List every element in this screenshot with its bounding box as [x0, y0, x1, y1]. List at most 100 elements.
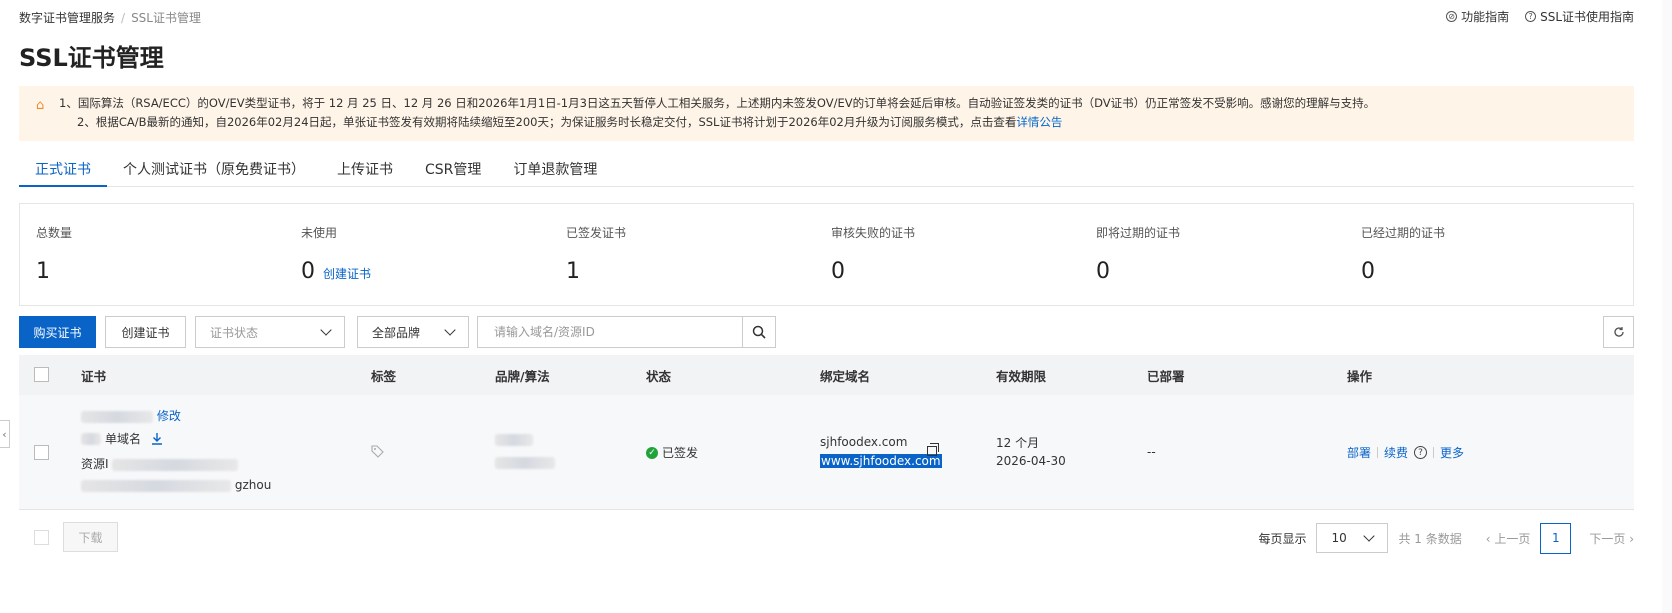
brand-select-value: 全部品牌 — [372, 325, 421, 340]
prev-page-button[interactable]: ‹ 上一页 — [1486, 530, 1531, 547]
row-actions: 部署 续费 ? 更多 — [1347, 444, 1464, 461]
validity-period: 12 个月 — [996, 436, 1040, 450]
divider — [1377, 447, 1379, 458]
stat-value: 0 — [831, 259, 845, 284]
toolbar: 购买证书 创建证书 证书状态 全部品牌 — [19, 316, 1634, 348]
per-page-value: 10 — [1331, 531, 1347, 545]
stat-total: 总数量 1 — [20, 204, 285, 305]
stat-failed: 审核失败的证书 0 — [815, 204, 1080, 305]
buy-cert-button[interactable]: 购买证书 — [19, 316, 96, 348]
org-suffix: gzhou — [234, 478, 272, 492]
cert-type: 单域名 — [105, 432, 142, 446]
download-button[interactable]: 下载 — [63, 522, 118, 552]
compass-icon: ⊘ — [1446, 11, 1458, 22]
status-text: 已签发 — [662, 446, 699, 460]
tag-icon[interactable] — [371, 445, 384, 461]
footer-select-checkbox[interactable] — [34, 530, 49, 545]
cert-table: 证书 标签 品牌/算法 状态 绑定域名 有效期限 已部署 操作 修改 单域名 资… — [19, 355, 1634, 510]
announcement-icon: ⌂ — [36, 98, 45, 113]
tab-upload-certs[interactable]: 上传证书 — [321, 155, 409, 187]
renew-link[interactable]: 续费 — [1384, 444, 1408, 461]
stat-value: 1 — [36, 259, 50, 284]
domain-2: www.sjhfoodex.com — [820, 454, 942, 468]
stat-value: 0 — [1096, 259, 1110, 284]
check-circle-icon: ✓ — [646, 446, 658, 459]
collapse-sidebar-handle[interactable]: ‹ — [0, 420, 10, 448]
domain-2-text: www.sjhfoodex.com — [820, 454, 942, 468]
tab-refund-management[interactable]: 订单退款管理 — [497, 155, 613, 187]
refresh-icon — [1613, 327, 1624, 337]
top-links: ⊘ 功能指南 ? SSL证书使用指南 — [1446, 8, 1634, 25]
cert-type-redacted — [81, 432, 101, 445]
table-header: 证书 标签 品牌/算法 状态 绑定域名 有效期限 已部署 操作 — [19, 355, 1634, 395]
total-count: 共 1 条数据 — [1398, 531, 1462, 546]
table-row: 修改 单域名 资源I gzhou ✓ 已签发 sjhfoodex.com www… — [19, 395, 1634, 510]
resource-id-redacted — [112, 458, 239, 471]
notice-detail-link[interactable]: 详情公告 — [1016, 115, 1062, 129]
breadcrumb-current: SSL证书管理 — [131, 11, 201, 25]
header-tags: 标签 — [371, 368, 397, 384]
more-link[interactable]: 更多 — [1440, 444, 1464, 461]
tab-formal-certs[interactable]: 正式证书 — [19, 155, 107, 187]
help-icon[interactable]: ? — [1414, 446, 1428, 459]
table-footer: 下载 每页显示 10 共 1 条数据 ‹ 上一页 1 下一页 › — [19, 522, 1634, 554]
notice-line-2-text: 2、根据CA/B最新的通知，自2026年02月24日起，单张证书签发有效期将陆续… — [77, 115, 1017, 129]
prev-page-label: 上一页 — [1494, 531, 1531, 546]
stat-label: 即将过期的证书 — [1096, 226, 1181, 240]
divider — [1433, 447, 1435, 458]
copy-icon[interactable] — [927, 443, 939, 459]
per-page-select[interactable]: 10 — [1316, 523, 1389, 553]
header-brand: 品牌/算法 — [495, 368, 550, 384]
stat-label: 已经过期的证书 — [1361, 226, 1446, 240]
row-checkbox[interactable] — [34, 445, 49, 460]
select-all-checkbox[interactable] — [34, 367, 49, 382]
search-input[interactable] — [478, 317, 742, 347]
create-cert-link[interactable]: 创建证书 — [323, 265, 371, 282]
tab-test-certs[interactable]: 个人测试证书（原免费证书） — [107, 155, 321, 187]
per-page-label: 每页显示 — [1258, 531, 1307, 546]
brand-select[interactable]: 全部品牌 — [357, 316, 469, 348]
stat-label: 已签发证书 — [566, 226, 627, 240]
help-icon: ? — [1525, 11, 1537, 22]
stat-expired: 已经过期的证书 0 — [1345, 204, 1610, 305]
header-validity: 有效期限 — [996, 368, 1047, 384]
next-page-label: 下一页 — [1589, 531, 1626, 546]
notice-line-1: 1、国际算法（RSA/ECC）的OV/EV类型证书，将于 12 月 25 日、1… — [59, 96, 1376, 110]
deploy-link[interactable]: 部署 — [1347, 444, 1371, 461]
page-title: SSL证书管理 — [19, 44, 164, 72]
status-badge: ✓ 已签发 — [646, 444, 698, 461]
tab-csr-management[interactable]: CSR管理 — [409, 155, 497, 187]
search-box — [477, 316, 776, 348]
stat-issued: 已签发证书 1 — [550, 204, 815, 305]
page-number[interactable]: 1 — [1540, 522, 1572, 554]
stat-label: 审核失败的证书 — [831, 226, 916, 240]
create-cert-button[interactable]: 创建证书 — [105, 316, 186, 348]
search-icon — [752, 325, 766, 339]
header-status: 状态 — [646, 368, 672, 384]
scrollbar[interactable] — [1662, 0, 1672, 613]
ssl-guide-link[interactable]: ? SSL证书使用指南 — [1525, 8, 1634, 25]
header-deployed: 已部署 — [1147, 368, 1185, 384]
header-actions: 操作 — [1347, 368, 1373, 384]
cert-tabs: 正式证书 个人测试证书（原免费证书） 上传证书 CSR管理 订单退款管理 — [19, 155, 1634, 187]
domain-1: sjhfoodex.com — [820, 435, 908, 449]
ssl-guide-label: SSL证书使用指南 — [1540, 10, 1634, 24]
search-button[interactable] — [742, 317, 775, 347]
resource-id-label: 资源I — [81, 457, 109, 471]
feature-guide-link[interactable]: ⊘ 功能指南 — [1446, 8, 1509, 25]
breadcrumb-parent[interactable]: 数字证书管理服务 — [19, 9, 115, 26]
algorithm-redacted — [495, 455, 555, 469]
status-select[interactable]: 证书状态 — [195, 316, 345, 348]
cert-edit-link[interactable]: 修改 — [157, 409, 181, 423]
refresh-button[interactable] — [1603, 316, 1634, 348]
org-line: gzhou — [81, 478, 271, 492]
stat-unused: 未使用 0 创建证书 — [285, 204, 550, 305]
notice-line-2: 2、根据CA/B最新的通知，自2026年02月24日起，单张证书签发有效期将陆续… — [37, 113, 1634, 132]
cert-name-redacted — [81, 410, 153, 423]
resource-id-line: 资源I — [81, 455, 239, 472]
stat-label: 未使用 — [301, 226, 338, 240]
stat-expiring: 即将过期的证书 0 — [1080, 204, 1345, 305]
download-icon[interactable] — [151, 432, 163, 445]
next-page-button[interactable]: 下一页 › — [1589, 530, 1634, 547]
header-cert: 证书 — [81, 368, 107, 384]
